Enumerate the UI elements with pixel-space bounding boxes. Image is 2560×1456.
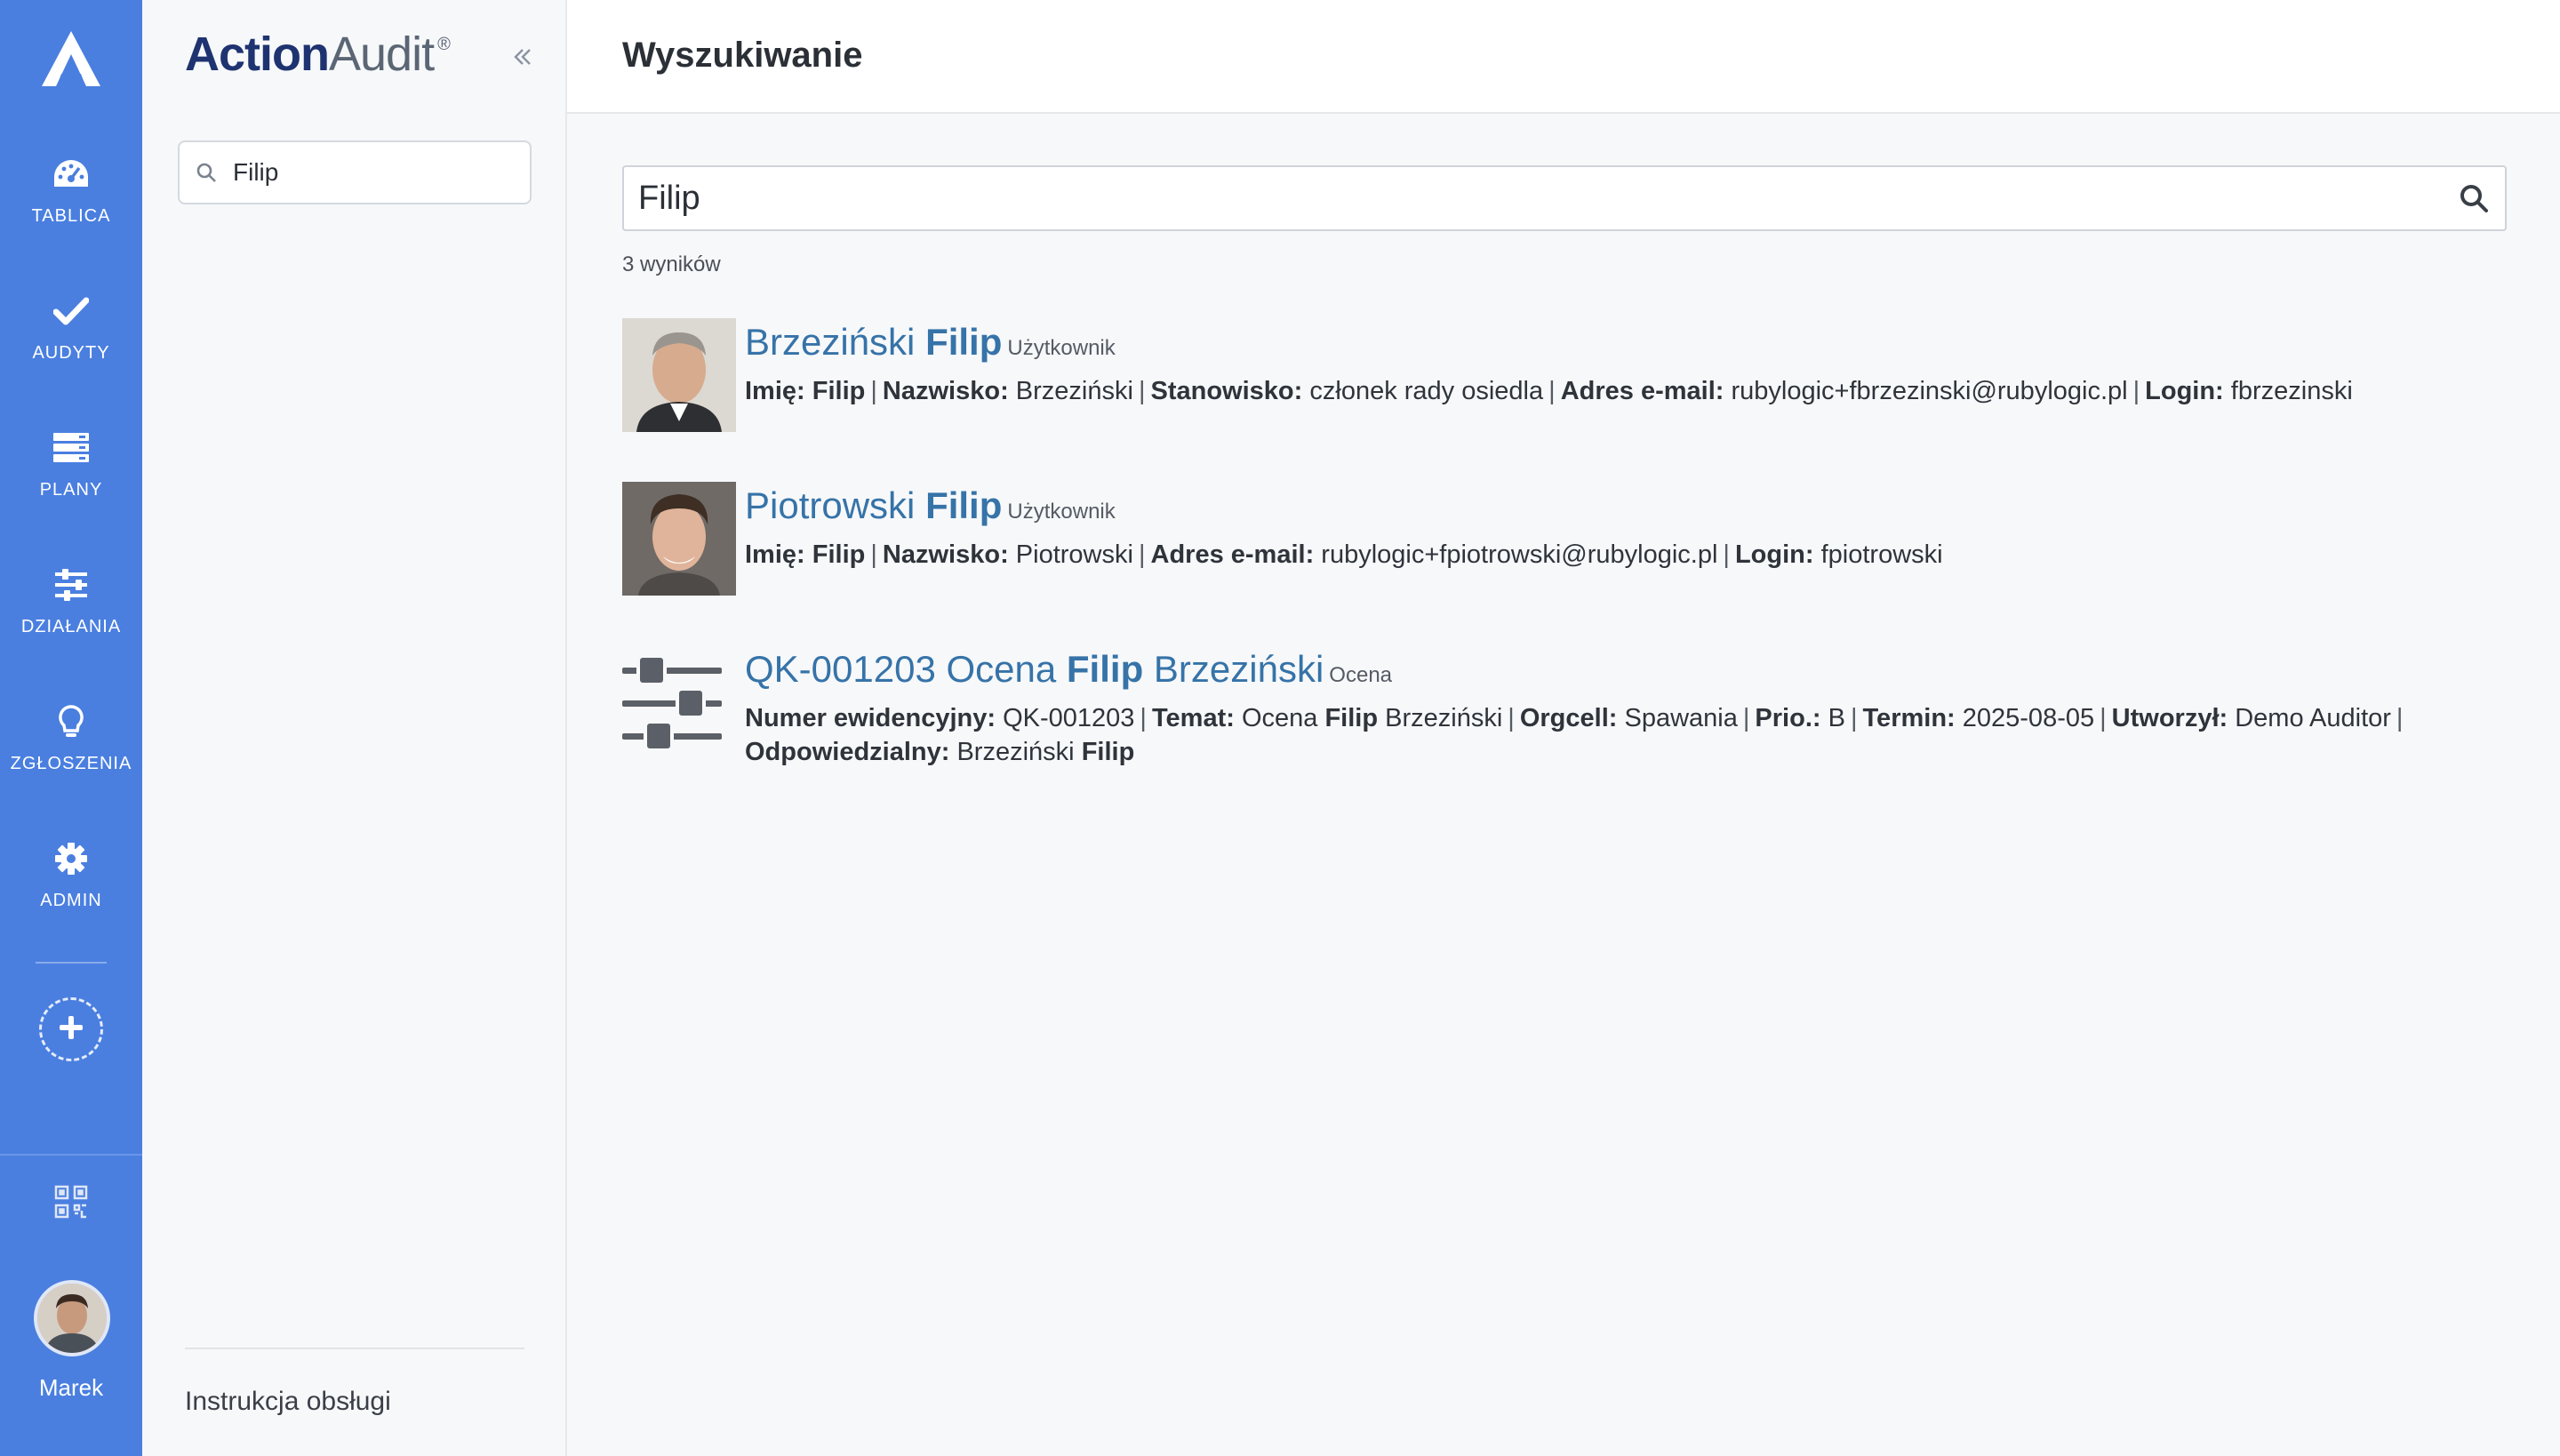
results-count: 3 wyników xyxy=(622,252,721,276)
lightbulb-icon xyxy=(52,702,91,741)
title-text: Brzeziński xyxy=(745,321,926,363)
nav-label: AUDYTY xyxy=(32,342,110,363)
result-type: Użytkownik xyxy=(1007,500,1116,524)
user-manual-link[interactable]: Instrukcja obsługi xyxy=(185,1387,391,1417)
rail-divider-bottom xyxy=(0,1154,142,1156)
sidebar-footer-divider xyxy=(185,1348,524,1349)
result-meta: Imię: Filip | Nazwisko: Brzeziński | Stanowi… xyxy=(745,377,2353,405)
brand-registered-mark: ® xyxy=(437,35,451,54)
result-type: Ocena xyxy=(1329,663,1393,687)
nav-label: DZIAŁANIA xyxy=(20,616,122,636)
result-avatar xyxy=(622,482,736,596)
meta-key: Nazwisko: xyxy=(882,540,1009,569)
meta-key: Termin: xyxy=(1862,704,1956,732)
qr-code-icon[interactable] xyxy=(53,1184,89,1220)
meta-value: Demo Auditor xyxy=(2235,704,2391,732)
nav-item-tablica[interactable]: TABLICA xyxy=(0,137,142,244)
meta-key: Odpowiedzialny: xyxy=(745,738,950,766)
meta-value: 2025-08-05 xyxy=(1962,704,2095,732)
title-highlight: Filip xyxy=(925,321,1003,363)
nav-label: ADMIN xyxy=(40,890,102,910)
title-text: Brzeziński xyxy=(1143,648,1324,690)
nav-label: PLANY xyxy=(39,479,103,500)
meta-key: Imię: xyxy=(745,377,805,405)
meta-highlight: Filip xyxy=(1324,704,1379,732)
nav-item-admin[interactable]: ADMIN xyxy=(0,821,142,928)
result-meta: Numer ewidencyjny: QK-001203 | Temat: Ocen… xyxy=(745,704,2404,766)
meta-key: Prio.: xyxy=(1755,704,1821,732)
meta-value: rubylogic+fpiotrowski@rubylogic.pl xyxy=(1321,540,1718,569)
gear-icon xyxy=(52,839,91,878)
title-text: QK-001203 Ocena xyxy=(745,648,1067,690)
check-icon xyxy=(52,292,91,331)
meta-value: fpiotrowski xyxy=(1820,540,1943,569)
meta-key: Orgcell: xyxy=(1519,704,1618,732)
meta-value: Brzeziński xyxy=(1015,377,1133,405)
meta-value: fbrzezinski xyxy=(2230,377,2353,405)
nav-item-plany[interactable]: PLANY xyxy=(0,411,142,517)
meta-key: Numer ewidencyjny: xyxy=(745,704,996,732)
meta-key: Nazwisko: xyxy=(882,377,1009,405)
meta-value: Piotrowski xyxy=(1015,540,1133,569)
search-submit-icon[interactable] xyxy=(2443,167,2505,229)
brand-name-part1: Action xyxy=(185,28,330,81)
result-title-link[interactable]: Piotrowski Filip Użytkownik xyxy=(745,482,2540,536)
nav-item-audyty[interactable]: AUDYTY xyxy=(0,274,142,380)
meta-value: Ocena xyxy=(1241,704,1318,732)
main-search-input[interactable] xyxy=(624,179,2443,218)
meta-highlight: Filip xyxy=(1081,738,1135,766)
user-name[interactable]: Marek xyxy=(0,1374,142,1402)
meta-key: Temat: xyxy=(1151,704,1235,732)
nav-label: TABLICA xyxy=(31,205,111,226)
sliders-icon xyxy=(622,645,736,759)
meta-highlight: Filip xyxy=(812,540,866,569)
result-title-link[interactable]: Brzeziński Filip Użytkownik xyxy=(745,318,2540,372)
result-title-link[interactable]: QK-001203 Ocena Filip Brzeziński Ocena xyxy=(745,645,2540,700)
meta-key: Imię: xyxy=(745,540,805,569)
rail-divider xyxy=(36,962,107,964)
user-avatar[interactable] xyxy=(34,1280,110,1356)
meta-key: Stanowisko: xyxy=(1150,377,1303,405)
nav-label: ZGŁOSZENIA xyxy=(10,753,132,773)
meta-value: B xyxy=(1828,704,1845,732)
meta-value: członek rady osiedla xyxy=(1309,377,1544,405)
sidebar-search-field[interactable] xyxy=(178,140,532,204)
sidebar-search-input[interactable] xyxy=(233,158,517,187)
app-logo-icon[interactable] xyxy=(0,21,142,96)
result-type: Użytkownik xyxy=(1007,336,1116,360)
top-bar: Wyszukiwanie xyxy=(567,0,2560,114)
main-search-field[interactable] xyxy=(622,165,2507,231)
meta-value: rubylogic+fbrzezinski@rubylogic.pl xyxy=(1731,377,2128,405)
meta-value: QK-001203 xyxy=(1003,704,1135,732)
meta-key: Login: xyxy=(2145,377,2224,405)
page-title: Wyszukiwanie xyxy=(622,36,863,75)
dashboard-icon xyxy=(52,155,91,194)
meta-key: Adres e-mail: xyxy=(1560,377,1724,405)
main-nav-rail: TABLICA AUDYTY PLANY DZIAŁANIA ZGŁOSZENI… xyxy=(0,0,142,1456)
nav-item-dzialania[interactable]: DZIAŁANIA xyxy=(0,548,142,654)
result-meta: Imię: Filip | Nazwisko: Piotrowski | Adres e… xyxy=(745,540,1943,569)
search-icon xyxy=(180,162,233,183)
title-highlight: Filip xyxy=(925,484,1003,526)
meta-key: Login: xyxy=(1734,540,1814,569)
double-chevron-left-icon xyxy=(513,40,532,75)
title-highlight: Filip xyxy=(1066,648,1144,690)
collapse-sidebar-button[interactable] xyxy=(505,39,540,75)
meta-value: Brzeziński xyxy=(1385,704,1503,732)
brand-logo: ActionAudit ® xyxy=(185,27,451,82)
nav-item-zgloszenia[interactable]: ZGŁOSZENIA xyxy=(0,684,142,791)
meta-key: Adres e-mail: xyxy=(1150,540,1315,569)
plans-icon xyxy=(52,428,91,468)
meta-value: Brzeziński xyxy=(956,738,1075,766)
meta-highlight: Filip xyxy=(812,377,866,405)
result-avatar xyxy=(622,318,736,432)
brand-name-part2: Audit xyxy=(329,28,435,81)
meta-key: Utworzył: xyxy=(2111,704,2228,732)
sliders-icon xyxy=(52,565,91,604)
plus-icon xyxy=(59,1015,84,1044)
meta-value: Spawania xyxy=(1624,704,1738,732)
secondary-sidebar: ActionAudit® Instrukcja obsługi xyxy=(142,0,567,1456)
title-text: Piotrowski xyxy=(745,484,926,526)
add-button[interactable] xyxy=(39,997,103,1061)
